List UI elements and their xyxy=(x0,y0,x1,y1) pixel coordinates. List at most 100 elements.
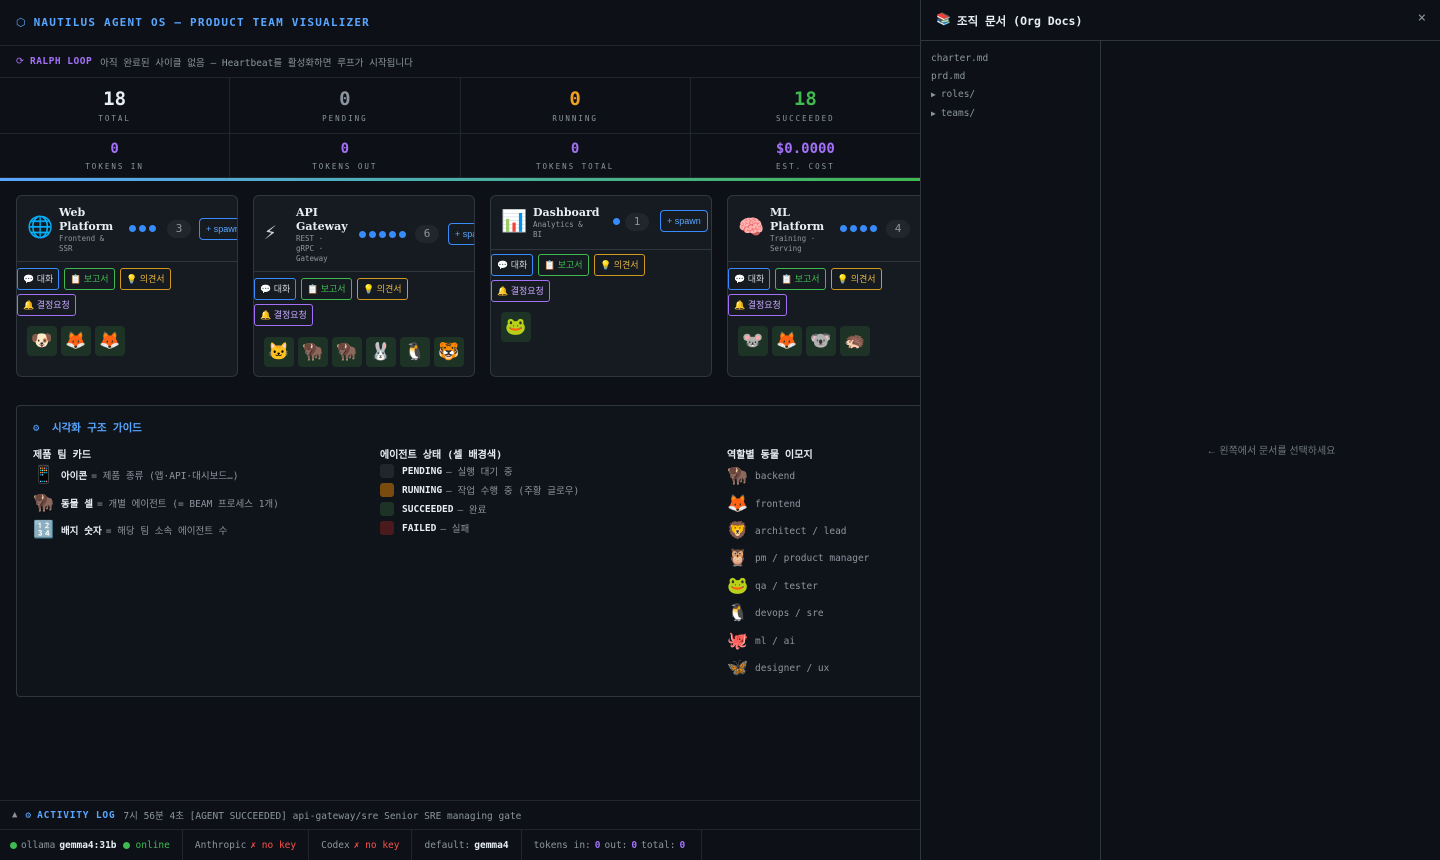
tree-file-charter[interactable]: charter.md xyxy=(931,53,988,64)
team-icon: ⚡ xyxy=(264,220,277,244)
agent-dot-icon xyxy=(613,218,620,225)
token-label: EST. COST xyxy=(776,162,835,171)
team-name: Web xyxy=(59,206,86,219)
agent-count-badge: 6 xyxy=(415,225,439,243)
bison-icon[interactable]: 🦬 xyxy=(298,337,328,367)
tokens-total-label: total: xyxy=(641,839,676,851)
status-name: RUNNING xyxy=(402,484,443,496)
ralph-loop-message: 아직 완료된 사이클 없음 — Heartbeat를 활성화하면 루프가 시작됩… xyxy=(100,57,413,69)
status-desc: — 완료 xyxy=(457,505,487,516)
agent-dot-icon xyxy=(840,225,847,232)
ollama-state: online xyxy=(135,839,170,851)
frog-icon[interactable]: 🐸 xyxy=(501,312,531,342)
decision-request-button[interactable]: 🔔 결정요청 xyxy=(491,280,550,302)
penguin-icon[interactable]: 🐧 xyxy=(400,337,430,367)
agent-dots xyxy=(359,231,406,238)
team-card[interactable]: 🌐 Web Platform Frontend & SSR 3 + spawn 💬 대화 📋 보… xyxy=(16,195,238,377)
team-name: API xyxy=(296,206,318,219)
ollama-label: ollama xyxy=(21,839,56,851)
guide-status-row: RUNNING — 작업 수행 중 (주황 글로우) xyxy=(380,483,579,497)
status-default-model: default: gemma4 xyxy=(412,830,522,860)
opinion-button[interactable]: 💡 의견서 xyxy=(831,268,882,290)
bison-icon[interactable]: 🦬 xyxy=(332,337,362,367)
status-name: PENDING xyxy=(402,465,443,477)
status-swatch-failed xyxy=(380,521,394,535)
tokens-total-value: 0 xyxy=(679,839,686,851)
report-button[interactable]: 📋 보고서 xyxy=(775,268,826,290)
role-row: 🐙 ml / ai xyxy=(727,631,795,651)
spawn-button[interactable]: + spawn xyxy=(199,218,237,240)
decision-request-button[interactable]: 🔔 결정요청 xyxy=(17,294,76,316)
decision-request-button[interactable]: 🔔 결정요청 xyxy=(254,304,313,326)
agent-dot-icon xyxy=(860,225,867,232)
team-card[interactable]: 📊 Dashboard Analytics & BI 1 + spawn 💬 대화 📋 보고서… xyxy=(490,195,712,377)
report-button[interactable]: 📋 보고서 xyxy=(64,268,115,290)
team-subtitle: SSR xyxy=(59,244,73,253)
team-card[interactable]: 🧠MLPlatformTraining ·Serving4+ spawn 💬 대화… xyxy=(727,195,920,377)
opinion-button[interactable]: 💡 의견서 xyxy=(357,278,408,300)
spawn-button[interactable]: + spawn xyxy=(660,210,708,232)
triangle-right-icon: ▶ xyxy=(931,90,936,99)
report-button[interactable]: 📋 보고서 xyxy=(301,278,352,300)
butterfly-icon: 🦋 xyxy=(727,658,749,678)
status-ollama: ollama gemma4:31b online xyxy=(0,830,183,860)
team-subtitle: Gateway xyxy=(296,254,328,263)
report-button[interactable]: 📋 보고서 xyxy=(538,254,589,276)
team-card[interactable]: ⚡APIGatewayREST ·gRPC ·Gateway6+ spawn💬 … xyxy=(253,195,475,377)
bison-icon: 🦬 xyxy=(727,466,749,486)
progress-divider xyxy=(0,178,920,181)
chat-button[interactable]: 💬 대화 xyxy=(254,278,297,300)
activity-log-bar[interactable]: ▲ ⚙ ACTIVITY LOG 7시 56분 4초 [AGENT SUCCEE… xyxy=(0,800,920,829)
team-subtitle: gRPC · xyxy=(296,244,324,253)
status-desc: — 실패 xyxy=(440,524,470,535)
role-row: 🦁 architect / lead xyxy=(727,521,847,541)
chat-button[interactable]: 💬 대화 xyxy=(728,268,771,290)
token-value: 0 xyxy=(110,141,119,157)
doc-placeholder: ← 왼쪽에서 문서를 선택하세요 xyxy=(1206,446,1336,457)
expand-up-icon[interactable]: ▲ xyxy=(12,810,17,820)
tree-folder-roles[interactable]: ▶ roles/ xyxy=(931,89,975,100)
fox-icon[interactable]: 🦊 xyxy=(772,326,802,356)
hedgehog-icon[interactable]: 🦔 xyxy=(840,326,870,356)
stat-value: 18 xyxy=(793,88,817,110)
stat-label: TOTAL xyxy=(98,114,131,123)
stat-tokens-total: 0 TOKENS TOTAL xyxy=(461,134,691,177)
team-card-header: ⚡APIGatewayREST ·gRPC ·Gateway6+ spawn xyxy=(254,196,474,272)
token-value: 0 xyxy=(340,141,350,157)
tiger-icon[interactable]: 🐯 xyxy=(434,337,464,367)
agent-cells: 🐸 xyxy=(501,312,531,342)
loop-icon: ⟳ xyxy=(16,56,24,67)
spawn-button[interactable]: + spawn xyxy=(448,223,474,245)
agent-dots xyxy=(129,225,156,232)
team-card-header: 🧠MLPlatformTraining ·Serving4+ spawn xyxy=(728,196,920,262)
status-swatch-running xyxy=(380,483,394,497)
guide-row-desc: = 해당 팀 소속 에이전트 수 xyxy=(105,526,228,537)
anthropic-label: Anthropic xyxy=(194,839,247,851)
stat-label: PENDING xyxy=(322,114,368,123)
tokens-out-value: 0 xyxy=(631,839,638,851)
tree-file-prd[interactable]: prd.md xyxy=(931,71,965,82)
guide-title: ⚙ 시각화 구조 가이드 xyxy=(33,420,142,435)
tree-folder-teams[interactable]: ▶ teams/ xyxy=(931,108,975,119)
decision-request-button[interactable]: 🔔 결정요청 xyxy=(728,294,787,316)
dog-icon[interactable]: 🐶 xyxy=(27,326,57,356)
org-docs-panel: 📚 조직 문서 (Org Docs) × charter.md prd.md ▶… xyxy=(920,0,1440,860)
close-icon[interactable]: × xyxy=(1418,10,1426,26)
mouse-icon[interactable]: 🐭 xyxy=(738,326,768,356)
koala-icon[interactable]: 🐨 xyxy=(806,326,836,356)
agent-dot-icon xyxy=(149,225,156,232)
chat-button[interactable]: 💬 대화 xyxy=(17,268,60,290)
rabbit-icon[interactable]: 🐰 xyxy=(366,337,396,367)
fox-icon[interactable]: 🦊 xyxy=(61,326,91,356)
tree-item-label: teams/ xyxy=(940,108,976,119)
team-name: Dashboard xyxy=(533,206,600,219)
chat-button[interactable]: 💬 대화 xyxy=(491,254,534,276)
opinion-button[interactable]: 💡 의견서 xyxy=(594,254,645,276)
hexagon-icon: ⬡ xyxy=(16,16,26,29)
fox-icon[interactable]: 🦊 xyxy=(95,326,125,356)
cat-icon[interactable]: 🐱 xyxy=(264,337,294,367)
status-anthropic: Anthropic ✗ no key xyxy=(183,830,310,860)
opinion-button[interactable]: 💡 의견서 xyxy=(120,268,171,290)
guide-col-team-card: 제품 팀 카드 xyxy=(33,450,92,461)
default-label: default: xyxy=(424,839,471,851)
